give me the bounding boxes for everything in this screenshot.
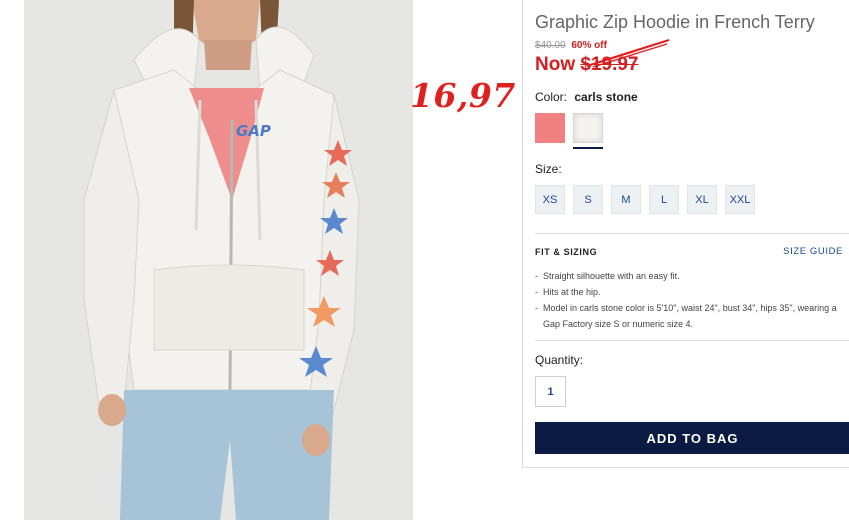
size-option-xxl[interactable]: XXL	[725, 185, 755, 214]
size-option-l[interactable]: L	[649, 185, 679, 214]
product-image: GAP	[24, 0, 413, 520]
list-item: Straight silhouette with an easy fit.	[535, 268, 847, 284]
original-price: $40.00	[535, 40, 566, 51]
product-title: Graphic Zip Hoodie in French Terry	[535, 12, 815, 32]
fit-details-list: Straight silhouette with an easy fit. Hi…	[535, 268, 847, 332]
list-item: Model in carls stone color is 5'10", wai…	[535, 300, 847, 332]
now-label: Now	[535, 54, 576, 75]
size-option-xs[interactable]: XS	[535, 185, 565, 214]
divider	[535, 340, 849, 341]
color-swatch-salmon[interactable]	[535, 113, 565, 143]
size-option-s[interactable]: S	[573, 185, 603, 214]
divider	[535, 233, 849, 234]
size-option-xl[interactable]: XL	[687, 185, 717, 214]
quantity-input[interactable]: 1	[535, 376, 566, 407]
color-swatch-carls-stone[interactable]	[573, 113, 603, 143]
quantity-label: Quantity:	[535, 353, 584, 367]
size-guide-link[interactable]: SIZE GUIDE	[783, 246, 843, 257]
product-info-panel: Graphic Zip Hoodie in French Terry $40.0…	[522, 0, 849, 468]
size-options: XS S M L XL XXL	[535, 185, 755, 214]
size-label: Size:	[535, 162, 562, 176]
annotated-price: 16,97	[410, 76, 516, 115]
add-to-bag-button[interactable]: ADD TO BAG	[535, 422, 849, 454]
size-option-m[interactable]: M	[611, 185, 641, 214]
list-item: Hits at the hip.	[535, 284, 847, 300]
color-label: Color:	[535, 90, 568, 104]
gap-logo: GAP	[236, 122, 271, 140]
color-row: Color: carls stone	[535, 90, 638, 104]
fit-sizing-heading: FIT & SIZING	[535, 247, 598, 257]
selected-swatch-indicator	[573, 147, 603, 149]
color-selected-value: carls stone	[574, 90, 638, 104]
strike-through-mark	[586, 38, 670, 68]
